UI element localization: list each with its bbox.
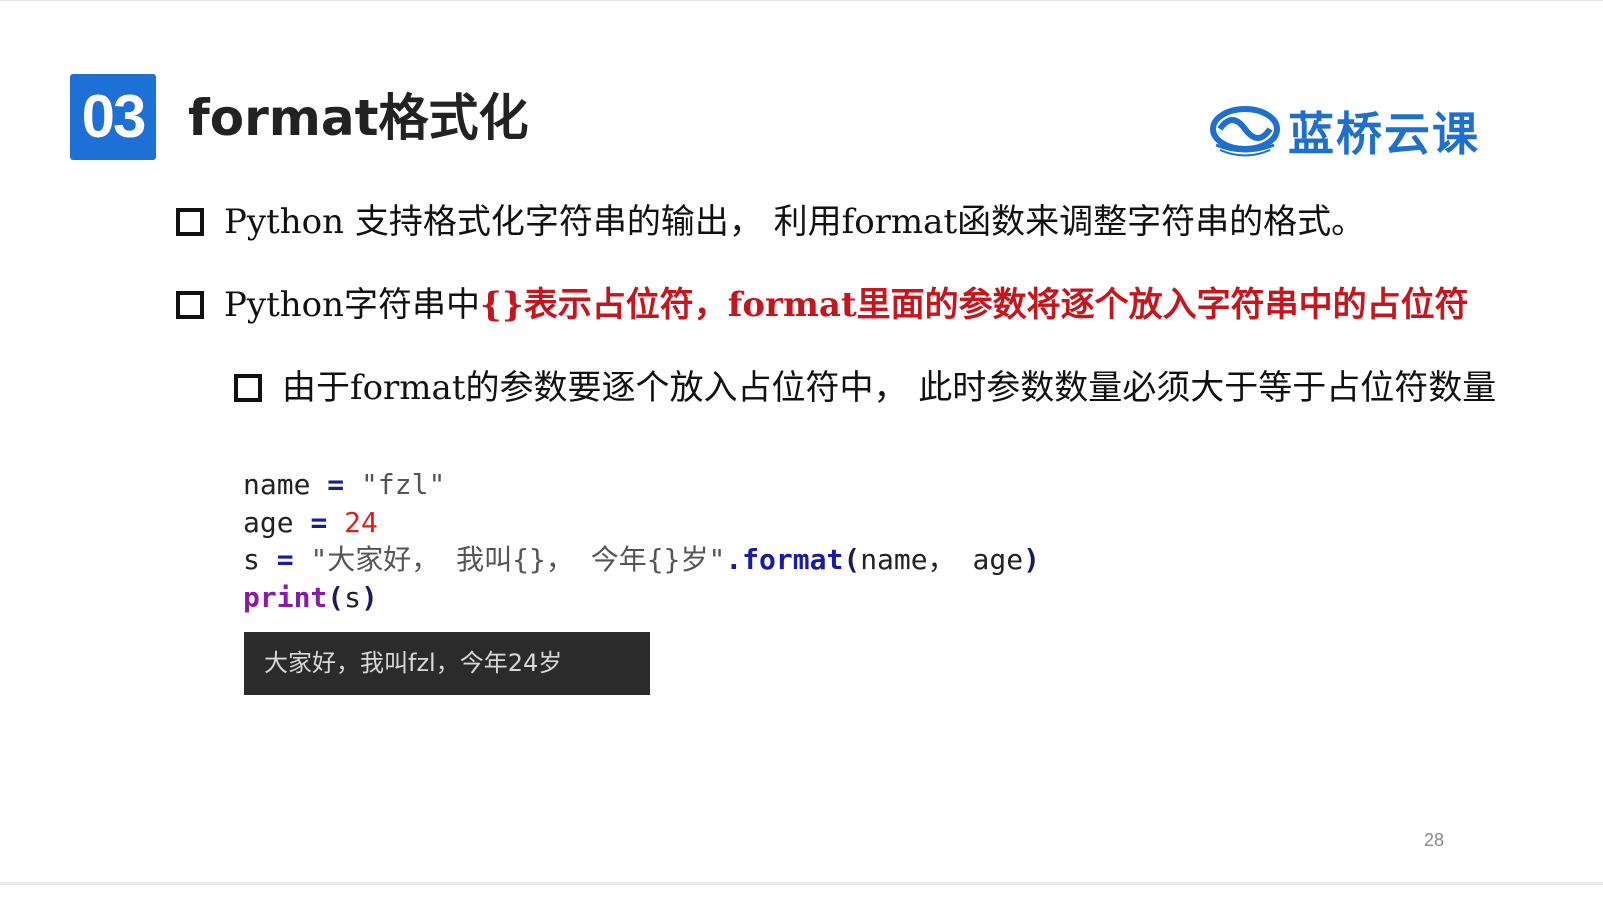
code-line: age = 24 xyxy=(243,504,1040,542)
code-operator: = xyxy=(276,543,294,576)
bullet-text-highlight: {}表示占位符，format里面的参数将逐个放入字符串中的占位符 xyxy=(480,285,1469,325)
code-variable: age xyxy=(243,505,294,539)
checkbox-bullet-icon xyxy=(176,208,204,236)
code-paren: ) xyxy=(1023,543,1040,576)
brand-logo: 蓝桥云课 xyxy=(1210,103,1480,161)
checkbox-bullet-icon xyxy=(234,374,262,402)
slide: 03 format格式化 蓝桥云课 Python 支持格式化字符串的输出， 利用… xyxy=(0,0,1603,903)
bullet-text: 由于format的参数要逐个放入占位符中， 此时参数数量必须大于等于占位符数量 xyxy=(282,368,1497,408)
code-number: 24 xyxy=(344,505,378,539)
top-divider xyxy=(0,0,1603,1)
bottom-divider xyxy=(0,882,1603,885)
code-function: print xyxy=(243,580,328,614)
bullet-text-prefix: Python字符串中 xyxy=(224,285,481,325)
bullet-item: Python字符串中 {}表示占位符，format里面的参数将逐个放入字符串中的占… xyxy=(176,283,1469,327)
slide-title: format格式化 xyxy=(188,89,529,147)
console-output: 大家好，我叫fzl，今年24岁 xyxy=(244,632,650,695)
cloud-wave-icon xyxy=(1210,106,1280,157)
bullet-item: Python 支持格式化字符串的输出， 利用format函数来调整字符串的格式。 xyxy=(176,200,1365,244)
code-line: print(s) xyxy=(243,579,1040,617)
code-variable: s xyxy=(243,543,260,576)
code-line: s = "大家好， 我叫{}， 今年{}岁".format(name， age) xyxy=(243,541,1040,579)
code-method: .format xyxy=(725,543,844,576)
code-paren: ( xyxy=(327,580,345,614)
code-block: name = "fzl" age = 24 s = "大家好， 我叫{}， 今年{}… xyxy=(243,466,1040,616)
code-operator: = xyxy=(310,505,328,539)
code-string: "fzl" xyxy=(361,468,446,501)
code-paren: ) xyxy=(361,580,378,614)
code-string: "大家好， 我叫{}， 今年{}岁" xyxy=(310,543,726,576)
code-args: s xyxy=(344,580,362,614)
section-number-badge: 03 xyxy=(70,74,156,160)
page-number: 28 xyxy=(1424,830,1445,850)
code-args: name， age xyxy=(860,543,1024,576)
checkbox-bullet-icon xyxy=(176,291,204,319)
code-operator: = xyxy=(327,468,345,501)
sub-bullet-item: 由于format的参数要逐个放入占位符中， 此时参数数量必须大于等于占位符数量 xyxy=(234,366,1496,410)
code-paren: ( xyxy=(843,543,861,576)
bullet-text: Python 支持格式化字符串的输出， 利用format函数来调整字符串的格式。 xyxy=(224,202,1366,242)
code-line: name = "fzl" xyxy=(243,466,1040,504)
code-variable: name xyxy=(243,468,311,501)
logo-text: 蓝桥云课 xyxy=(1288,107,1480,161)
